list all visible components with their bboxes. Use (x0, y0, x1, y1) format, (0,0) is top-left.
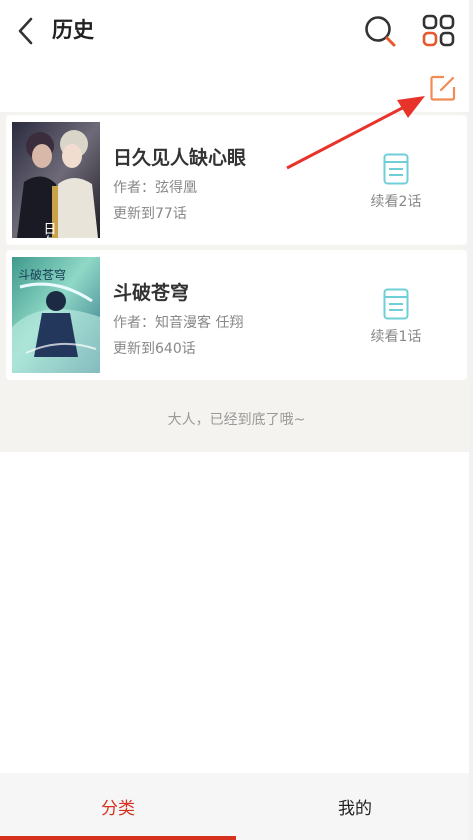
tab-mine[interactable]: 我的 (237, 773, 473, 840)
comic-update-status: 更新到77话 (113, 206, 187, 222)
top-header: 历史 (0, 0, 473, 62)
comic-cover[interactable]: 日久见人缺心眼 (12, 122, 100, 238)
tab-mine-label: 我的 (338, 799, 372, 819)
page-title: 历史 (52, 18, 94, 42)
edit-icon (430, 75, 456, 101)
tab-category-label: 分类 (101, 799, 135, 819)
end-of-list-text: 大人，已经到底了哦~ (167, 412, 306, 428)
list-item[interactable]: 日久见人缺心眼 日久见人缺心眼 作者：弦得凰 更新到77话 续看2话 (6, 115, 467, 245)
comic-title[interactable]: 斗破苍穹 (113, 278, 189, 305)
search-button[interactable] (362, 13, 398, 49)
bottom-nav: 分类 我的 (0, 773, 473, 840)
chevron-left-icon (18, 17, 33, 45)
comic-update-status: 更新到640话 (113, 341, 196, 357)
continue-label: 续看2话 (370, 194, 422, 210)
menu-button[interactable] (421, 13, 457, 49)
comic-title[interactable]: 日久见人缺心眼 (113, 143, 246, 170)
history-page: 历史 日久见人缺心眼 作者：弦得凰 更新到77话 续看2话 斗破苍穹 斗破苍穹 … (0, 0, 473, 840)
search-icon (365, 16, 396, 47)
list-item[interactable]: 斗破苍穹 斗破苍穹 作者：知音漫客 任翔 更新到640话 续看1话 (6, 250, 467, 380)
edit-button[interactable] (429, 74, 457, 102)
tab-category[interactable]: 分类 (0, 773, 236, 840)
history-list: 日久见人缺心眼 日久见人缺心眼 作者：弦得凰 更新到77话 续看2话 (0, 112, 473, 452)
comic-author: 作者：知音漫客 任翔 (113, 315, 244, 331)
book-icon (383, 288, 409, 320)
cover-title: 日久见人缺心眼 (41, 222, 57, 238)
continue-label: 续看1话 (370, 329, 422, 345)
back-button[interactable] (10, 14, 42, 48)
cover-image: 日久见人缺心眼 (12, 122, 100, 238)
active-tab-indicator (0, 836, 236, 840)
continue-reading-button[interactable]: 续看2话 (356, 153, 436, 217)
cover-image: 斗破苍穹 (12, 257, 100, 373)
comic-cover[interactable]: 斗破苍穹 (12, 257, 100, 373)
continue-reading-button[interactable]: 续看1话 (356, 288, 436, 352)
scrollbar-edge (469, 0, 473, 840)
cover-title: 斗破苍穹 (18, 267, 66, 282)
grid-icon (422, 14, 455, 47)
book-icon (383, 153, 409, 185)
comic-author: 作者：弦得凰 (113, 180, 197, 196)
edit-toolbar (0, 62, 473, 112)
